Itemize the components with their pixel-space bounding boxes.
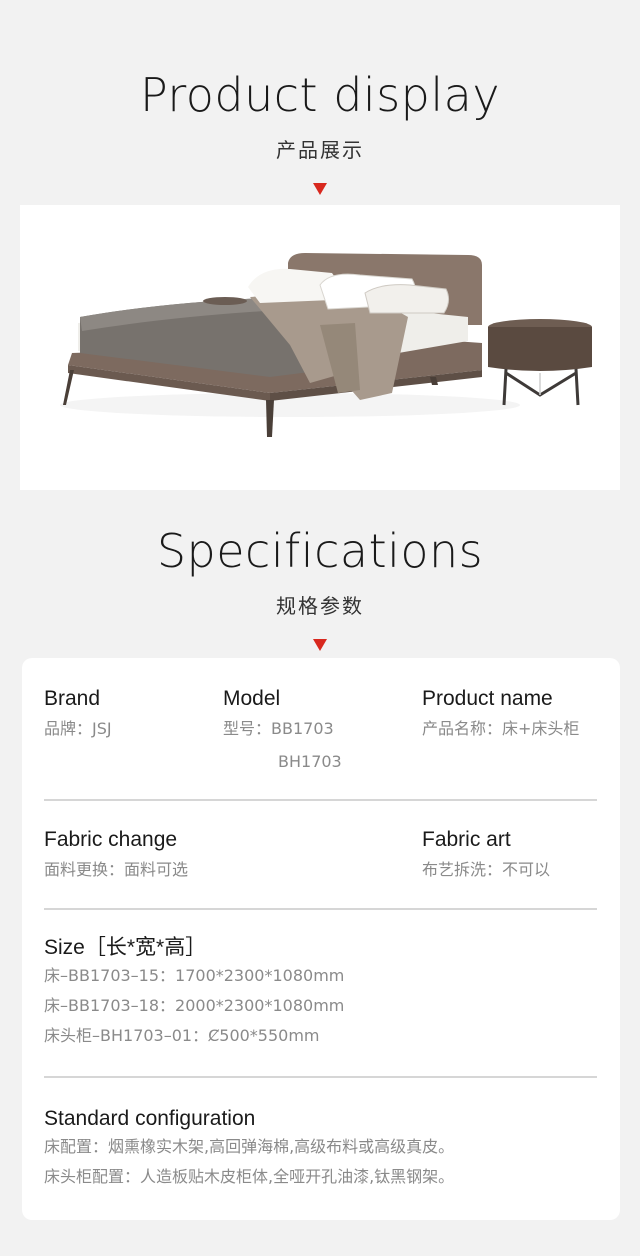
size-line: 床头柜–BH1703–01：Ȼ500*550mm — [44, 1026, 320, 1045]
divider — [44, 1076, 597, 1078]
model-value-2: BH1703 — [278, 752, 342, 771]
fabric-art-value: 布艺拆洗：不可以 — [422, 860, 551, 879]
specifications-card: Brand 品牌：JSJ Model 型号：BB1703 BH1703 Prod… — [22, 658, 620, 1220]
down-triangle-icon — [313, 639, 327, 651]
fabric-change-value: 面料更换：面料可选 — [44, 860, 189, 879]
model-label: Model — [223, 687, 281, 710]
specifications-title: Specifications — [156, 524, 484, 578]
fabric-change-field: Fabric change 面料更换：面料可选 — [44, 829, 188, 878]
divider — [44, 799, 597, 801]
brand-label: Brand — [44, 687, 101, 710]
specifications-header: Specifications 规格参数 — [0, 528, 640, 651]
standard-config-label: Standard configuration — [44, 1107, 256, 1130]
specifications-subtitle: 规格参数 — [276, 594, 364, 618]
product-image — [20, 205, 620, 490]
model-field: Model 型号：BB1703 BH1703 — [223, 688, 342, 770]
product-display-header: Product display 产品展示 — [0, 72, 640, 195]
product-name-label: Product name — [422, 687, 553, 710]
size-line: 床–BB1703–18：2000*2300*1080mm — [44, 996, 345, 1015]
product-name-value: 产品名称：床+床头柜 — [422, 719, 580, 738]
brand-value: 品牌：JSJ — [44, 719, 112, 738]
size-label: Size［长*宽*高］ — [44, 936, 207, 959]
model-value: 型号：BB1703 — [223, 719, 334, 738]
fabric-art-label: Fabric art — [422, 828, 511, 851]
size-line: 床–BB1703–15：1700*2300*1080mm — [44, 966, 345, 985]
product-display-title: Product display — [139, 68, 501, 122]
brand-field: Brand 品牌：JSJ — [44, 688, 112, 737]
product-display-subtitle: 产品展示 — [276, 138, 364, 162]
fabric-change-label: Fabric change — [44, 828, 178, 851]
product-name-field: Product name 产品名称：床+床头柜 — [422, 688, 579, 737]
divider — [44, 908, 597, 910]
standard-config-line: 床配置：烟熏橡实木架,高回弹海棉,高级布料或高级真皮。 — [44, 1137, 455, 1156]
down-triangle-icon — [313, 183, 327, 195]
fabric-art-field: Fabric art 布艺拆洗：不可以 — [422, 829, 550, 878]
standard-config-line: 床头柜配置：人造板贴木皮柜体,全哑开孔油漆,钛黑钢架。 — [44, 1167, 455, 1186]
